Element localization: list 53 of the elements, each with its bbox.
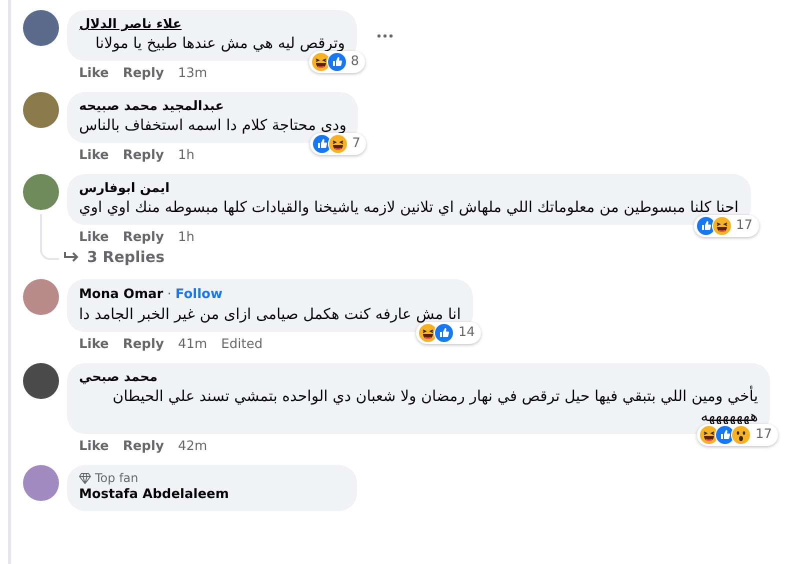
author-name[interactable]: عبدالمجيد محمد صبيحه <box>79 98 224 115</box>
author-name[interactable]: Mona Omar <box>79 286 164 303</box>
comment-time[interactable]: 42m <box>178 439 208 455</box>
comment-text: احنا كلنا مبسوطين من معلوماتك اللي ملهاش اي تلانين لازمه ياشيخنا والقيادات كلها مبسوطه منك اوي اوي <box>79 197 739 217</box>
avatar[interactable] <box>23 10 59 46</box>
reaction-count: 17 <box>736 217 753 236</box>
like-button[interactable]: Like <box>79 439 109 455</box>
comment-text: يأخي ومين اللي بتبقي فيها حيل ترقص في نهار رمضان ولا شعبان دي الواحده بتمشي تسند علي الحيطان هههههههه <box>112 386 758 426</box>
edited-label: Edited <box>221 337 263 353</box>
reactions-badge[interactable]: 14 <box>416 322 481 344</box>
reaction-count: 8 <box>350 53 359 72</box>
comment-text: ودى محتاجة كلام دا اسمه استخفاف بالناس <box>79 115 346 135</box>
like-reaction-icon <box>326 52 347 72</box>
reply-button[interactable]: Reply <box>122 337 164 353</box>
reply-button[interactable]: Reply <box>122 439 164 455</box>
reactions-badge[interactable]: 7 <box>310 133 366 155</box>
like-button[interactable]: Like <box>79 66 109 82</box>
like-button[interactable]: Like <box>79 230 109 246</box>
like-button[interactable]: Like <box>79 148 109 164</box>
like-button[interactable]: Like <box>79 337 109 353</box>
reactions-badge[interactable]: 8 <box>308 51 365 73</box>
separator: · <box>167 286 172 304</box>
author-name[interactable]: علاء ناصر الدلال <box>79 16 182 33</box>
reaction-count: 7 <box>352 135 360 154</box>
avatar[interactable] <box>23 363 59 399</box>
comment-time[interactable]: 1h <box>178 148 194 164</box>
reply-arrow-icon <box>63 251 79 264</box>
view-replies-button[interactable]: 3 Replies <box>63 246 165 268</box>
laughing-reaction-icon <box>712 216 732 236</box>
follow-link[interactable]: Follow <box>175 284 222 304</box>
author-name[interactable]: ايمن ابوفارس <box>79 180 170 197</box>
comment-time[interactable]: 41m <box>178 337 208 353</box>
reactions-badge[interactable]: 17 <box>697 424 778 446</box>
avatar[interactable] <box>23 174 59 210</box>
reply-button[interactable]: Reply <box>122 148 164 164</box>
more-options-icon[interactable] <box>377 34 393 38</box>
avatar[interactable] <box>23 92 59 128</box>
surprised-reaction-icon <box>731 425 752 445</box>
comment-text: وترقص ليه هي مش عندها طبيخ يا مولانا <box>94 33 345 53</box>
reactions-badge[interactable]: 17 <box>694 215 759 237</box>
reply-button[interactable]: Reply <box>122 230 164 246</box>
reaction-count: 14 <box>458 324 475 342</box>
like-reaction-icon <box>434 323 454 343</box>
laughing-reaction-icon <box>328 134 348 154</box>
comment-time[interactable]: 1h <box>178 230 194 246</box>
reply-button[interactable]: Reply <box>122 66 164 82</box>
author-name[interactable]: Mostafa Abdelaleem <box>79 486 229 503</box>
top-fan-label: Top fan <box>95 471 138 486</box>
comment-text: انا مش عارفه كنت هكمل صيامى ازاى من غير الخبر الجامد دا <box>79 304 461 324</box>
diamond-icon <box>79 473 91 484</box>
author-name[interactable]: محمد صبحي <box>79 369 158 386</box>
comment-time[interactable]: 13m <box>178 66 208 82</box>
reaction-count: 17 <box>755 426 772 444</box>
